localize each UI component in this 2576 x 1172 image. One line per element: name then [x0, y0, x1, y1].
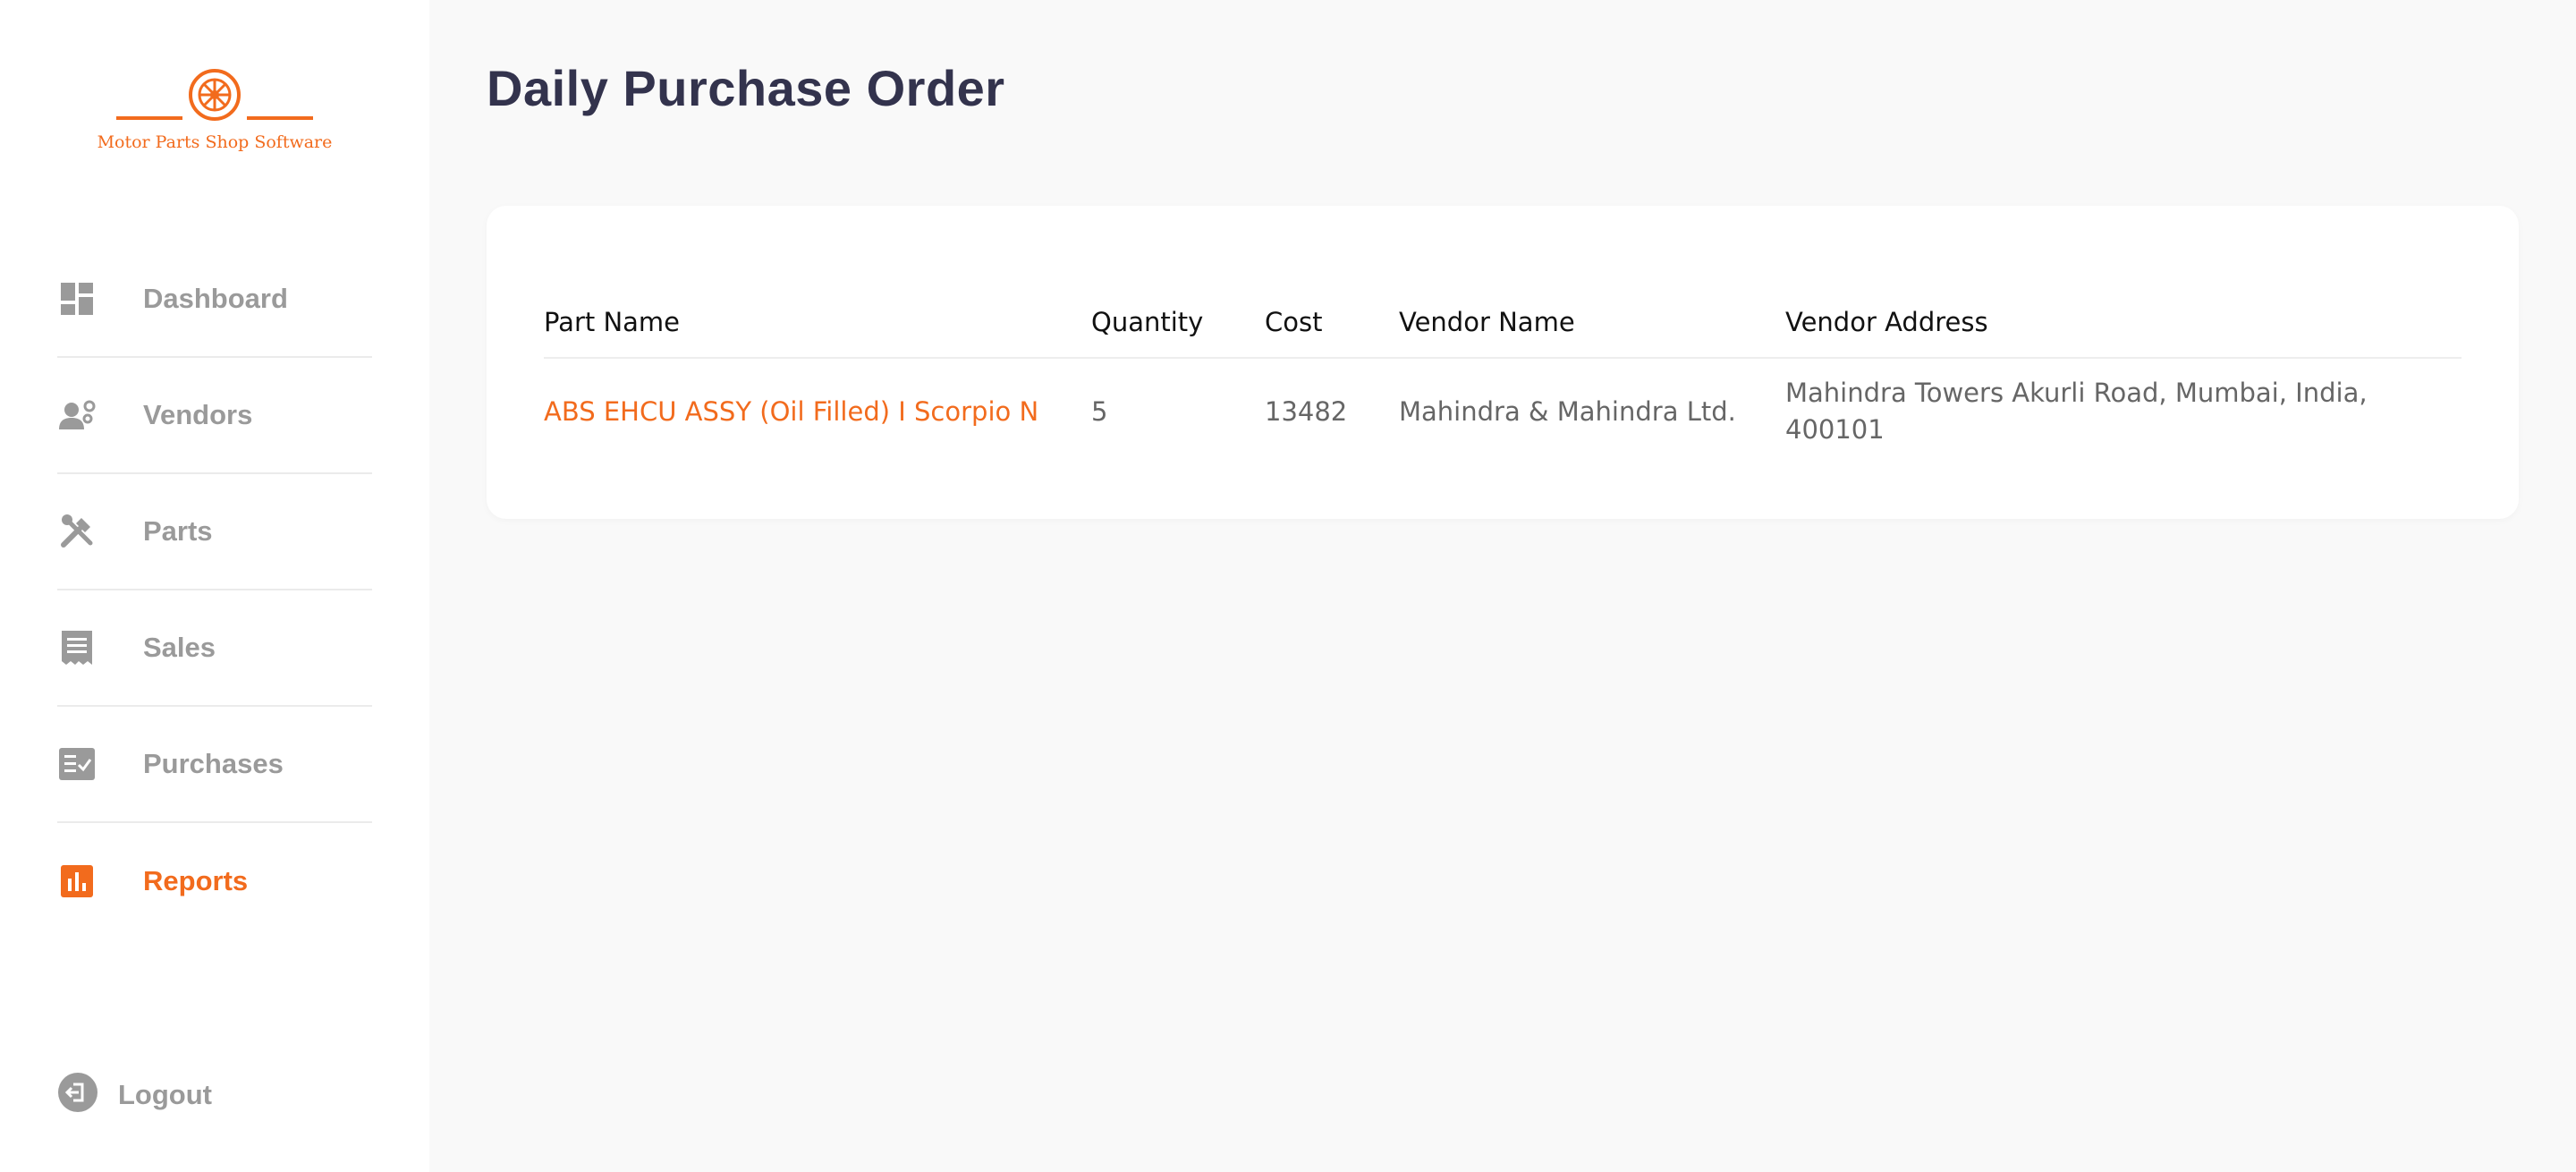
- brand-name: Motor Parts Shop Software: [97, 132, 333, 152]
- sidebar-item-label: Purchases: [143, 748, 284, 779]
- sidebar-item-vendors[interactable]: Vendors: [57, 358, 372, 474]
- page-title: Daily Purchase Order: [487, 60, 1005, 116]
- sidebar-item-label: Reports: [143, 865, 249, 896]
- table-row: ABS EHCU ASSY (Oil Filled) I Scorpio N 5…: [544, 358, 2462, 464]
- vendor-name-cell: Mahindra & Mahindra Ltd.: [1399, 395, 1736, 427]
- sidebar-item-purchases[interactable]: Purchases: [57, 707, 372, 823]
- checklist-icon: [57, 744, 97, 784]
- column-header-vendor-name: Vendor Name: [1399, 286, 1785, 359]
- column-header-quantity: Quantity: [1091, 286, 1265, 359]
- purchase-order-card: Part Name Quantity Cost Vendor Name Vend…: [487, 206, 2519, 519]
- quantity-cell: 5: [1091, 395, 1108, 427]
- logout-icon: [57, 1072, 98, 1117]
- sidebar-item-label: Parts: [143, 515, 213, 547]
- table-header-row: Part Name Quantity Cost Vendor Name Vend…: [544, 286, 2462, 359]
- cost-cell: 13482: [1265, 395, 1348, 427]
- part-name-link[interactable]: ABS EHCU ASSY (Oil Filled) I Scorpio N: [544, 358, 1091, 464]
- brand-logo[interactable]: Motor Parts Shop Software: [0, 68, 429, 157]
- app-root: Motor Parts Shop Software Dashboard Vend…: [0, 0, 2576, 1172]
- logout-label: Logout: [118, 1078, 213, 1110]
- column-header-cost: Cost: [1265, 286, 1399, 359]
- sidebar-item-parts[interactable]: Parts: [57, 474, 372, 590]
- column-header-vendor-address: Vendor Address: [1785, 286, 2462, 359]
- receipt-icon: [57, 628, 97, 667]
- dashboard-icon: [57, 279, 97, 318]
- tools-icon: [57, 512, 97, 551]
- sidebar: Motor Parts Shop Software Dashboard Vend…: [0, 0, 429, 1172]
- sidebar-item-label: Dashboard: [143, 283, 288, 314]
- bar-chart-icon: [57, 862, 97, 901]
- vendor-address-cell: Mahindra Towers Akurli Road, Mumbai, Ind…: [1785, 378, 2368, 445]
- purchase-order-table: Part Name Quantity Cost Vendor Name Vend…: [544, 286, 2462, 464]
- sidebar-item-label: Sales: [143, 632, 216, 663]
- vendors-icon: [57, 395, 97, 435]
- sidebar-item-sales[interactable]: Sales: [57, 590, 372, 707]
- sidebar-item-dashboard[interactable]: Dashboard: [57, 242, 372, 358]
- main-content: Daily Purchase Order Part Name Quantity …: [429, 0, 2576, 1172]
- column-header-part-name: Part Name: [544, 286, 1091, 359]
- logout-button[interactable]: Logout: [57, 1072, 212, 1117]
- sidebar-item-label: Vendors: [143, 399, 253, 430]
- sidebar-item-reports[interactable]: Reports: [57, 823, 372, 939]
- sidebar-nav: Dashboard Vendors Parts Sales Purchases …: [57, 242, 372, 939]
- wheel-logo-icon: [116, 69, 313, 121]
